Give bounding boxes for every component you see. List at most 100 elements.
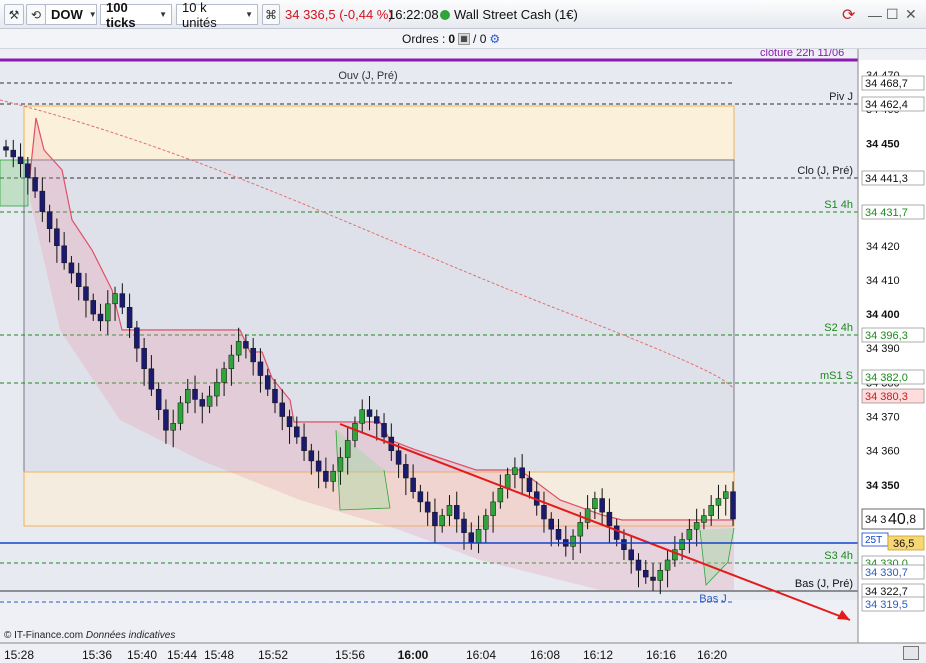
symbol-select[interactable]: DOW ▼ <box>45 4 97 25</box>
candle-down <box>272 388 278 404</box>
candle-up <box>701 515 707 523</box>
level-label: Bas (J, Pré) <box>795 578 853 590</box>
candle-down <box>323 470 329 482</box>
refresh-icon[interactable]: ⟳ <box>842 4 855 25</box>
candle-down <box>453 505 460 520</box>
y-tick-label: 34 360 <box>866 446 900 458</box>
y-tick-label: 34 390 <box>866 343 900 355</box>
candle-down <box>730 491 736 520</box>
magnet-icon[interactable]: ⌘ <box>262 4 280 25</box>
candle-up <box>170 423 176 431</box>
candle-up <box>570 535 576 547</box>
candle-up <box>577 522 584 537</box>
candle-down <box>32 177 38 192</box>
candle-up <box>330 470 336 482</box>
candle-down <box>301 436 307 451</box>
candle-down <box>424 501 431 513</box>
current-price-big: 40 <box>888 511 906 528</box>
candle-down <box>83 286 89 301</box>
candle-down <box>148 368 155 390</box>
x-tick-label: 15:40 <box>126 648 158 662</box>
x-tick-label: 15:36 <box>81 648 113 662</box>
orders-toggle-icon[interactable]: ▦ <box>458 33 471 45</box>
level-tag-value: 34 462,4 <box>865 99 908 111</box>
instrument: Wall Street Cash (1€) <box>440 4 578 25</box>
minimize-icon[interactable]: — <box>868 4 882 25</box>
candle-up <box>185 388 191 404</box>
level-tag-value: 34 441,3 <box>865 173 908 185</box>
toolbar: ⚒ ⟲ DOW ▼ 100 ticks ▼ 10 k unités ▼ ⌘ 34… <box>0 0 926 30</box>
price-change-text: 34 336,5 (-0,44 %) <box>285 7 393 22</box>
candle-down <box>54 228 60 247</box>
candle-down <box>257 361 264 376</box>
candle-down <box>10 149 17 158</box>
orders-count-left: 0 <box>448 32 456 46</box>
time-text: 16:22:08 <box>388 7 439 22</box>
candle-up <box>439 515 445 527</box>
candle-down <box>315 460 322 472</box>
candle-down <box>366 409 373 417</box>
candle-down <box>3 146 9 151</box>
candle-down <box>39 190 46 212</box>
candle-down <box>599 498 605 513</box>
units-label: 10 k unités <box>182 0 217 30</box>
ticks-select[interactable]: 100 ticks ▼ <box>100 0 172 30</box>
candle-up <box>483 515 489 530</box>
candle-down <box>519 467 525 479</box>
candle-up <box>112 293 118 305</box>
candle-up <box>708 505 714 516</box>
candle-down <box>628 549 634 561</box>
candle-up <box>497 488 504 503</box>
footer: © IT-Finance.com Données indicatives <box>4 630 175 641</box>
candle-down <box>279 402 286 417</box>
candle-up <box>359 409 365 424</box>
maximize-icon[interactable]: ☐ <box>886 4 899 25</box>
candle-down <box>621 539 627 550</box>
x-tick-label: 16:16 <box>645 648 677 662</box>
candle-down <box>199 399 206 407</box>
chart-settings-icon[interactable] <box>903 646 919 660</box>
price-chart[interactable]: clôture 22h 11/06 Ouv (J, Pré) Piv J Clo (… <box>0 49 926 663</box>
units-select[interactable]: 10 k unités ▼ <box>176 0 258 30</box>
close-label: clôture 22h 11/06 <box>760 49 844 59</box>
candle-up <box>235 341 242 356</box>
close-icon[interactable]: ✕ <box>905 4 917 25</box>
candle-down <box>68 262 75 274</box>
candle-up <box>228 354 235 369</box>
level-tag-value: 34 431,7 <box>865 207 908 219</box>
symbol-label: DOW <box>51 7 83 22</box>
candle-down <box>308 450 315 462</box>
orders-bar: Ordres : 0 ▦ / 0 ⚙ <box>0 29 926 49</box>
candle-down <box>650 576 656 581</box>
candle-down <box>468 532 475 544</box>
ticks-tag-label: 25T <box>865 535 882 546</box>
candle-up <box>686 528 693 540</box>
candle-down <box>17 156 24 165</box>
level-tag-value: 34 380,3 <box>865 391 908 403</box>
candle-up <box>490 501 496 516</box>
candle-up <box>214 382 220 397</box>
level-label: Piv J <box>829 91 853 103</box>
level-tag-value: 34 396,3 <box>865 330 908 342</box>
candle-down <box>635 559 642 571</box>
candle-down <box>461 518 467 533</box>
candle-down <box>403 464 409 479</box>
candle-up <box>592 498 598 510</box>
current-price-main: 34 3 <box>865 514 886 526</box>
candle-up <box>337 457 344 472</box>
instrument-name: Wall Street Cash (1€) <box>454 7 578 22</box>
hammer-icon[interactable]: ⚒ <box>4 4 24 25</box>
level-tag-value: 34 330,7 <box>865 567 908 579</box>
candle-down <box>250 347 256 363</box>
x-tick-label: 15:48 <box>203 648 235 662</box>
level-label: S1 4h <box>824 199 853 211</box>
x-tick-label: 16:20 <box>696 648 728 662</box>
clock: 16:22:08 <box>388 4 439 25</box>
gear-icon[interactable]: ⚙ <box>489 32 500 46</box>
history-icon[interactable]: ⟲ <box>26 4 46 25</box>
candle-down <box>526 477 533 492</box>
level-label: S2 4h <box>824 322 853 334</box>
level-label: Clo (J, Pré) <box>797 165 853 177</box>
candle-up <box>177 402 184 424</box>
chevron-down-icon: ▼ <box>245 10 253 19</box>
